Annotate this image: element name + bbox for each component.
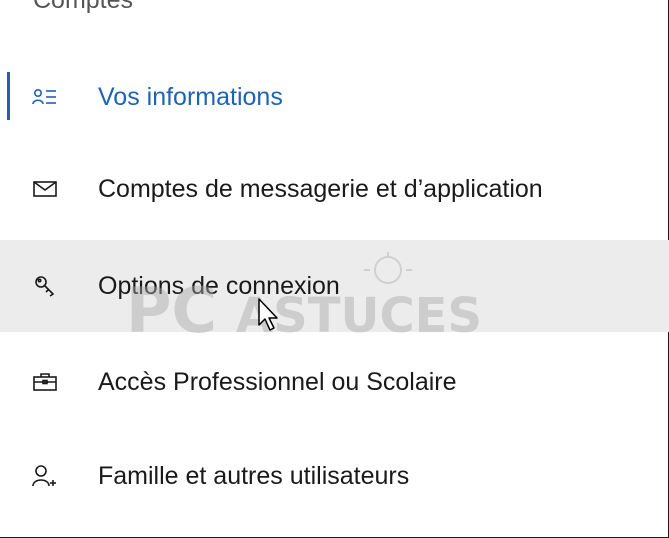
nav-item-label: Options de connexion [98, 271, 340, 300]
section-heading: Comptes [33, 0, 134, 14]
nav-item-options-connexion[interactable]: Options de connexion [0, 240, 669, 332]
person-list-icon [32, 84, 58, 110]
nav-item-famille-utilisateurs[interactable]: Famille et autres utilisateurs [0, 430, 669, 522]
key-icon [32, 273, 58, 299]
nav-item-vos-informations[interactable]: Vos informations [0, 51, 669, 143]
nav-item-acces-professionnel[interactable]: Accès Professionnel ou Scolaire [0, 336, 669, 428]
nav-item-label: Accès Professionnel ou Scolaire [98, 367, 457, 396]
mouse-cursor [257, 297, 281, 333]
nav-item-label: Vos informations [98, 82, 283, 111]
mail-icon [32, 176, 58, 202]
nav-item-comptes-messagerie[interactable]: Comptes de messagerie et d’application [0, 143, 669, 235]
nav-item-label: Comptes de messagerie et d’application [98, 174, 543, 203]
briefcase-icon [32, 369, 58, 395]
add-person-icon [32, 463, 58, 489]
nav-item-label: Famille et autres utilisateurs [98, 461, 410, 490]
